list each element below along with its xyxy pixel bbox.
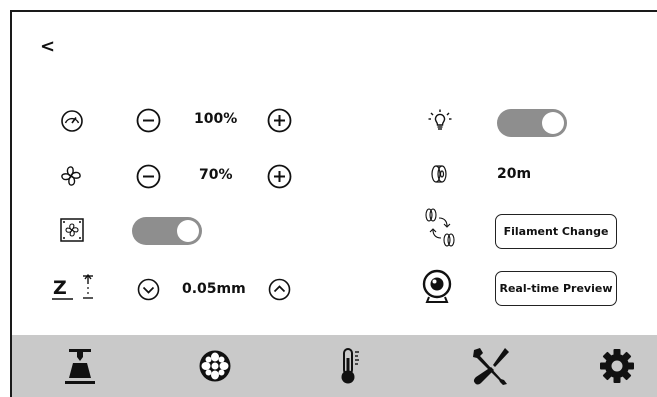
toggle-knob: [542, 112, 564, 134]
z-offset-down-button[interactable]: [137, 278, 160, 301]
z-offset-up-button[interactable]: [268, 278, 291, 301]
gauge-icon: [60, 109, 84, 133]
z-axis-label: Z: [53, 277, 67, 299]
case-fan-toggle[interactable]: [132, 217, 202, 245]
fan-icon: [58, 163, 84, 189]
fan-decrease-button[interactable]: [136, 164, 161, 189]
fan-value: 70%: [199, 167, 233, 183]
nav-thermometer-icon[interactable]: [315, 335, 385, 397]
filament-swap-icon: [423, 206, 457, 250]
nav-fan-wheel-icon[interactable]: [180, 335, 250, 397]
real-time-preview-button[interactable]: Real-time Preview: [495, 271, 617, 306]
light-toggle[interactable]: [497, 109, 567, 137]
fan-increase-button[interactable]: [267, 164, 292, 189]
speed-decrease-button[interactable]: [136, 108, 161, 133]
light-bulb-icon: [427, 108, 453, 134]
webcam-icon: [421, 269, 453, 305]
filament-change-button[interactable]: Filament Change: [495, 214, 617, 249]
speed-value: 100%: [194, 111, 238, 127]
case-fan-icon: [60, 218, 84, 242]
z-axis-icon: Z: [51, 273, 99, 301]
back-button[interactable]: <: [40, 36, 55, 57]
printer-control-screen: < 100% 70% Z 0.05mm 20m Filament Change …: [10, 10, 657, 397]
filament-spool-icon: [428, 163, 450, 185]
nav-print-icon[interactable]: [45, 335, 115, 397]
z-offset-value: 0.05mm: [182, 281, 246, 297]
nav-tools-icon[interactable]: [455, 335, 525, 397]
nav-settings-gear-icon[interactable]: [582, 335, 652, 397]
filament-length-value: 20m: [497, 166, 532, 182]
speed-increase-button[interactable]: [267, 108, 292, 133]
toggle-knob: [177, 220, 199, 242]
bottom-navbar: [12, 335, 657, 397]
